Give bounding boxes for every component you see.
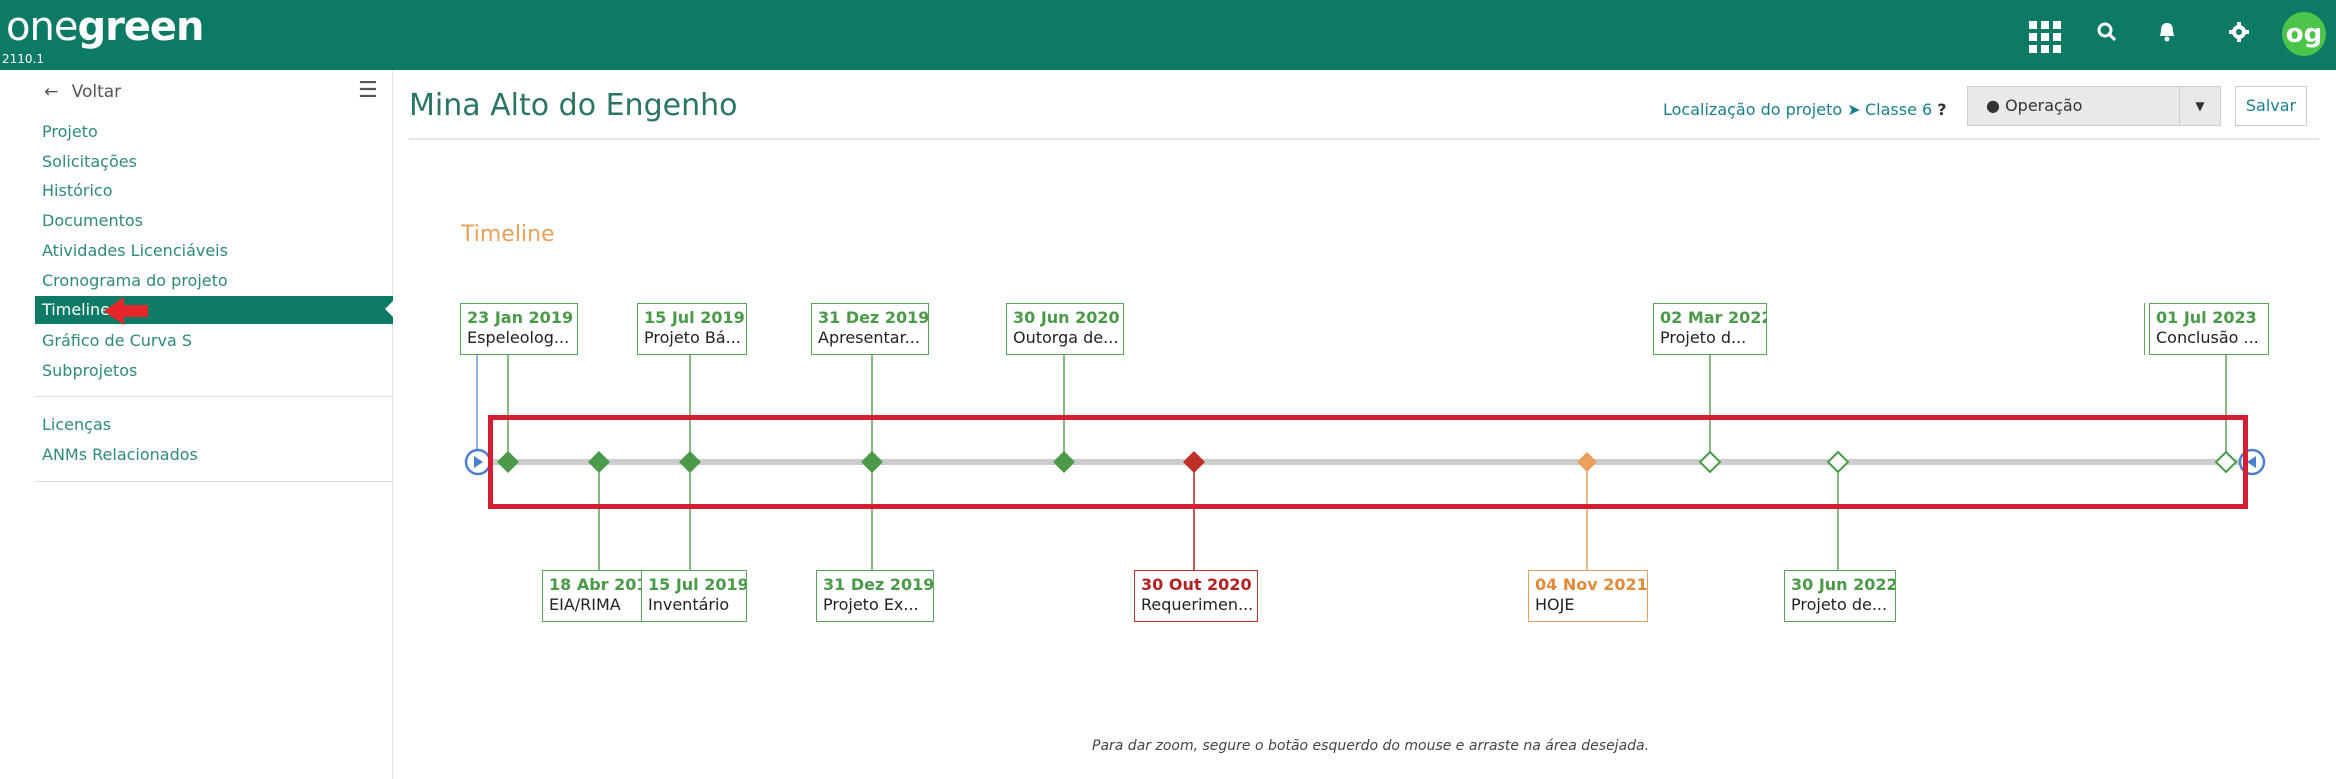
event-text: Inventário xyxy=(648,595,730,614)
status-select[interactable]: ● Operação ▼ xyxy=(1967,86,2221,126)
timeline-event-card[interactable]: 30 Jun 2020 Outorga de... xyxy=(1006,303,1124,355)
top-bar: onegreen 2110.1 og xyxy=(0,0,2336,70)
sidebar: ← Voltar ☰ Projeto Solicitações Históric… xyxy=(0,70,393,779)
status-select-value: Operação xyxy=(2005,96,2083,115)
timeline-event-card[interactable]: 15 Jul 2019 Inventário xyxy=(641,570,747,622)
event-date: 30 Out 2020 xyxy=(1141,575,1252,594)
timeline-event-card-today[interactable]: 04 Nov 2021 HOJE xyxy=(1528,570,1648,622)
event-date: 31 Dez 2019 xyxy=(823,575,934,594)
timeline-event-card[interactable]: 18 Abr 201 EIA/RIMA xyxy=(542,570,642,622)
event-date: 01 Jul 2023 xyxy=(2156,308,2257,327)
timeline-title: Timeline xyxy=(461,222,555,247)
event-date: 23 Jan 2019 xyxy=(467,308,574,327)
header-divider xyxy=(409,138,2319,140)
menu-toggle-icon[interactable]: ☰ xyxy=(358,78,378,103)
zoom-hint: Para dar zoom, segure o botão esquerdo d… xyxy=(1092,738,1650,754)
timeline-event-card[interactable]: 02 Mar 2022 Projeto d... xyxy=(1653,303,1767,355)
save-button[interactable]: Salvar xyxy=(2235,86,2307,126)
classe-label[interactable]: Classe 6 ? xyxy=(1865,100,1947,119)
event-text: Projeto de... xyxy=(1791,595,1888,614)
sidebar-item-anms[interactable]: ANMs Relacionados xyxy=(42,445,198,465)
sidebar-item-atividades[interactable]: Atividades Licenciáveis xyxy=(42,241,228,261)
sidebar-item-subprojetos[interactable]: Subprojetos xyxy=(42,361,137,381)
app-logo[interactable]: onegreen xyxy=(6,4,205,50)
gear-icon[interactable] xyxy=(2222,18,2256,52)
highlight-annotation xyxy=(488,415,2248,509)
event-text: Requerimen... xyxy=(1141,595,1254,614)
event-text: Conclusão ... xyxy=(2156,328,2259,347)
sidebar-item-historico[interactable]: Histórico xyxy=(42,181,112,201)
timeline-event-card[interactable]: 01 Jul 2023 Conclusão ... xyxy=(2149,303,2269,355)
back-link[interactable]: ← Voltar xyxy=(44,82,121,102)
event-text: Projeto Ex... xyxy=(823,595,919,614)
sidebar-divider xyxy=(35,396,393,397)
event-date: 18 Abr 201 xyxy=(549,575,642,594)
bell-icon[interactable] xyxy=(2150,18,2184,52)
event-date: 15 Jul 2019 xyxy=(648,575,747,594)
event-text: Espeleolog... xyxy=(467,328,570,347)
apps-grid-icon[interactable] xyxy=(2026,18,2061,53)
event-text: HOJE xyxy=(1535,595,1575,614)
event-text: Projeto Bá... xyxy=(644,328,741,347)
sidebar-item-solicitacoes[interactable]: Solicitações xyxy=(42,152,137,172)
red-arrow-annotation xyxy=(104,297,148,325)
event-date: 15 Jul 2019 xyxy=(644,308,745,327)
event-text: EIA/RIMA xyxy=(549,595,621,614)
sidebar-item-cronograma[interactable]: Cronograma do projeto xyxy=(42,271,228,291)
event-text: Apresentar... xyxy=(818,328,920,347)
location-link[interactable]: Localização do projeto ➤ xyxy=(1663,100,1861,119)
event-text: Outorga de... xyxy=(1013,328,1119,347)
sidebar-divider xyxy=(35,481,393,482)
timeline-event-card[interactable]: 23 Jan 2019 Espeleolog... xyxy=(460,303,578,355)
location-arrow-icon: ➤ xyxy=(1847,100,1861,119)
timeline-event-card[interactable]: 30 Jun 2022 Projeto de... xyxy=(1784,570,1896,622)
page-title: Mina Alto do Engenho xyxy=(409,88,738,123)
sidebar-item-licencas[interactable]: Licenças xyxy=(42,415,111,435)
status-dot-icon: ● xyxy=(1986,96,2000,115)
sidebar-item-projeto[interactable]: Projeto xyxy=(42,122,98,142)
timeline-event-card[interactable]: 31 Dez 2019 Apresentar... xyxy=(811,303,929,355)
event-date: 30 Jun 2022 xyxy=(1791,575,1896,594)
timeline-event-card[interactable]: 31 Dez 2019 Projeto Ex... xyxy=(816,570,934,622)
back-label: Voltar xyxy=(71,82,122,102)
event-text: Projeto d... xyxy=(1660,328,1747,347)
search-icon[interactable] xyxy=(2090,18,2124,52)
event-date: 04 Nov 2021 xyxy=(1535,575,1648,594)
event-date: 30 Jun 2020 xyxy=(1013,308,1120,327)
app-version: 2110.1 xyxy=(2,52,44,66)
help-icon[interactable]: ? xyxy=(1937,100,1946,119)
chevron-down-icon: ▼ xyxy=(2179,87,2220,125)
active-indicator xyxy=(385,301,393,317)
sidebar-item-documentos[interactable]: Documentos xyxy=(42,211,143,231)
sidebar-item-timeline[interactable]: Timeline xyxy=(35,296,393,324)
event-date: 02 Mar 2022 xyxy=(1660,308,1767,327)
timeline-event-card[interactable]: 30 Out 2020 Requerimen... xyxy=(1134,570,1258,622)
avatar[interactable]: og xyxy=(2282,12,2326,56)
sidebar-item-curva-s[interactable]: Gráfico de Curva S xyxy=(42,331,192,351)
event-date: 31 Dez 2019 xyxy=(818,308,929,327)
arrow-left-icon: ← xyxy=(44,82,59,102)
timeline-event-card[interactable]: 15 Jul 2019 Projeto Bá... xyxy=(637,303,747,355)
